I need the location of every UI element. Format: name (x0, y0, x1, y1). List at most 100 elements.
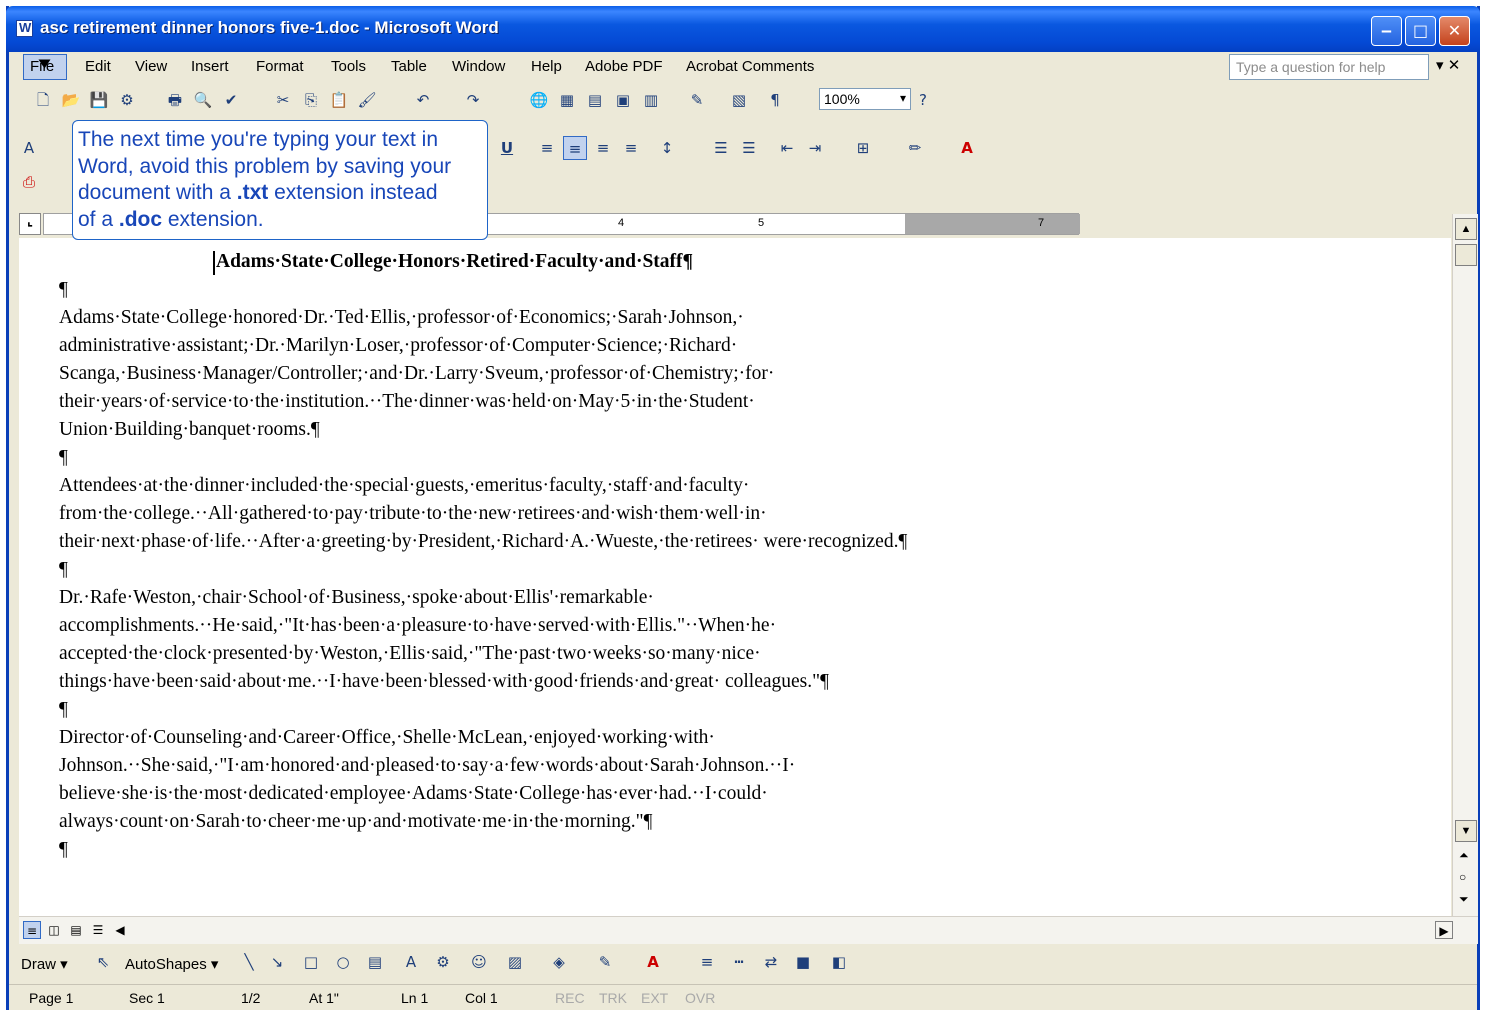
horizontal-scrollbar[interactable]: ≡ ◫ ▤ ☰ ◀ ▶ (19, 916, 1478, 944)
rectangle-icon[interactable]: □ (299, 950, 323, 974)
format-painter-icon[interactable]: 🖌 (355, 88, 379, 112)
cut-icon[interactable]: ✂ (271, 88, 295, 112)
insert-excel-icon[interactable]: ▣ (611, 88, 635, 112)
paragraph[interactable]: ¶ (59, 444, 939, 472)
tab-selector[interactable]: ⌞ (19, 213, 41, 235)
fill-color-icon[interactable]: ◈ (547, 950, 571, 974)
line-color-icon[interactable]: ✎ (593, 950, 617, 974)
decrease-indent-icon[interactable]: ⇤ (775, 136, 799, 160)
autoshapes-button[interactable]: AutoShapes ▾ (125, 955, 218, 973)
status-ext[interactable]: EXT (641, 990, 668, 1006)
undo-icon[interactable]: ↶ (411, 88, 435, 112)
paragraph[interactable]: Attendees·at·the·dinner·included·the·spe… (59, 472, 939, 556)
maximize-button[interactable]: □ (1405, 16, 1436, 46)
highlight-icon[interactable]: ✏ (903, 136, 927, 160)
bullets-icon[interactable]: ☰ (737, 136, 761, 160)
paragraph[interactable]: ¶ (59, 696, 939, 724)
spelling-icon[interactable]: ✔ (219, 88, 243, 112)
next-page-icon[interactable]: ⏷ (1459, 892, 1469, 907)
scroll-down-icon[interactable]: ▼ (1455, 820, 1477, 842)
select-browse-object-icon[interactable]: ○ (1459, 870, 1466, 884)
scroll-left-icon[interactable]: ◀ (111, 921, 129, 939)
scroll-thumb[interactable] (1455, 244, 1477, 266)
paragraph[interactable]: Adams·State·College·honored·Dr.·Ted·Elli… (59, 304, 939, 444)
align-right-icon[interactable]: ≡ (591, 136, 615, 160)
menu-format[interactable]: Format (256, 58, 304, 75)
menu-close-icon[interactable]: ▾ ✕ (1436, 56, 1460, 74)
increase-indent-icon[interactable]: ⇥ (803, 136, 827, 160)
paragraph[interactable]: Director·of·Counseling·and·Career·Office… (59, 724, 939, 836)
redo-icon[interactable]: ↷ (461, 88, 485, 112)
help-icon[interactable]: ? (911, 88, 935, 112)
menu-acrobat-comments[interactable]: Acrobat Comments (686, 58, 814, 75)
wordart-icon[interactable]: A (399, 950, 423, 974)
outline-view-icon[interactable]: ☰ (89, 921, 107, 939)
menu-table[interactable]: Table (391, 58, 427, 75)
paragraph[interactable]: ¶ (59, 836, 939, 864)
menu-insert[interactable]: Insert (191, 58, 229, 75)
arrow-style-icon[interactable]: ⇄ (759, 950, 783, 974)
word-app-icon[interactable] (16, 20, 33, 37)
line-spacing-icon[interactable]: ↕ (655, 136, 679, 160)
minimize-button[interactable]: ‒ (1371, 16, 1402, 46)
menu-help[interactable]: Help (531, 58, 562, 75)
convert-pdf-icon[interactable]: ⎙ (17, 170, 41, 194)
permission-icon[interactable]: ⚙ (115, 88, 139, 112)
draw-font-color-icon[interactable]: A (641, 950, 665, 974)
text-box-icon[interactable]: ▤ (363, 950, 387, 974)
vertical-scrollbar[interactable]: ▲ ▼ ⏶ ○ ⏷ (1452, 214, 1478, 916)
show-hide-icon[interactable]: ¶ (763, 88, 787, 112)
menu-window[interactable]: Window (452, 58, 505, 75)
print-icon[interactable]: 🖶 (163, 88, 187, 112)
shadow-icon[interactable]: ■ (791, 950, 815, 974)
diagram-icon[interactable]: ⚙ (431, 950, 455, 974)
zoom-select[interactable]: 100% (819, 88, 911, 110)
copy-icon[interactable]: ⎘ (299, 88, 323, 112)
draw-menu-button[interactable]: Draw ▾ (21, 955, 68, 973)
help-search-input[interactable]: Type a question for help (1229, 54, 1429, 80)
clip-art-icon[interactable]: ☺ (467, 950, 491, 974)
select-objects-icon[interactable]: ⇖ (91, 950, 115, 974)
status-ovr[interactable]: OVR (685, 990, 715, 1006)
center-icon[interactable]: ≡ (563, 136, 587, 160)
title-bar[interactable]: asc retirement dinner honors five-1.doc … (6, 6, 1480, 52)
3d-style-icon[interactable]: ◧ (827, 950, 851, 974)
paragraph[interactable]: Dr.·Rafe·Weston,·chair·School·of·Busines… (59, 584, 939, 696)
scroll-up-icon[interactable]: ▲ (1455, 218, 1477, 240)
scroll-right-icon[interactable]: ▶ (1435, 921, 1453, 939)
close-button[interactable]: ✕ (1439, 16, 1470, 46)
save-icon[interactable]: 💾 (87, 88, 111, 112)
tables-borders-icon[interactable]: ▦ (555, 88, 579, 112)
menu-view[interactable]: View (135, 58, 167, 75)
menu-edit[interactable]: Edit (85, 58, 111, 75)
picture-icon[interactable]: ▨ (503, 950, 527, 974)
columns-icon[interactable]: ▥ (639, 88, 663, 112)
normal-view-icon[interactable]: ≡ (23, 921, 41, 939)
insert-table-icon[interactable]: ▤ (583, 88, 607, 112)
previous-page-icon[interactable]: ⏶ (1459, 848, 1469, 863)
print-layout-icon[interactable]: ▤ (67, 921, 85, 939)
numbering-icon[interactable]: ☰ (709, 136, 733, 160)
paragraph[interactable]: ¶ (59, 276, 939, 304)
arrow-icon[interactable]: ↘ (265, 950, 289, 974)
styles-icon[interactable]: A (17, 136, 41, 160)
justify-icon[interactable]: ≡ (619, 136, 643, 160)
menu-adobe-pdf[interactable]: Adobe PDF (585, 58, 663, 75)
hyperlink-icon[interactable]: 🌐 (527, 88, 551, 112)
document-map-icon[interactable]: ▧ (727, 88, 751, 112)
dash-style-icon[interactable]: ┅ (727, 950, 751, 974)
new-document-icon[interactable]: 🗋 (31, 88, 55, 112)
drawing-icon[interactable]: ✎ (685, 88, 709, 112)
underline-icon[interactable]: U (495, 136, 519, 160)
line-style-icon[interactable]: ≡ (695, 950, 719, 974)
paragraph[interactable]: ¶ (59, 556, 939, 584)
open-icon[interactable]: 📂 (59, 88, 83, 112)
print-preview-icon[interactable]: 🔍 (191, 88, 215, 112)
border-icon[interactable]: ⊞ (851, 136, 875, 160)
status-rec[interactable]: REC (555, 990, 585, 1006)
status-trk[interactable]: TRK (599, 990, 627, 1006)
document-heading[interactable]: Adams·State·College·Honors·Retired·Facul… (59, 248, 939, 276)
font-color-icon[interactable]: A (955, 136, 979, 160)
align-left-icon[interactable]: ≡ (535, 136, 559, 160)
menu-tools[interactable]: Tools (331, 58, 366, 75)
